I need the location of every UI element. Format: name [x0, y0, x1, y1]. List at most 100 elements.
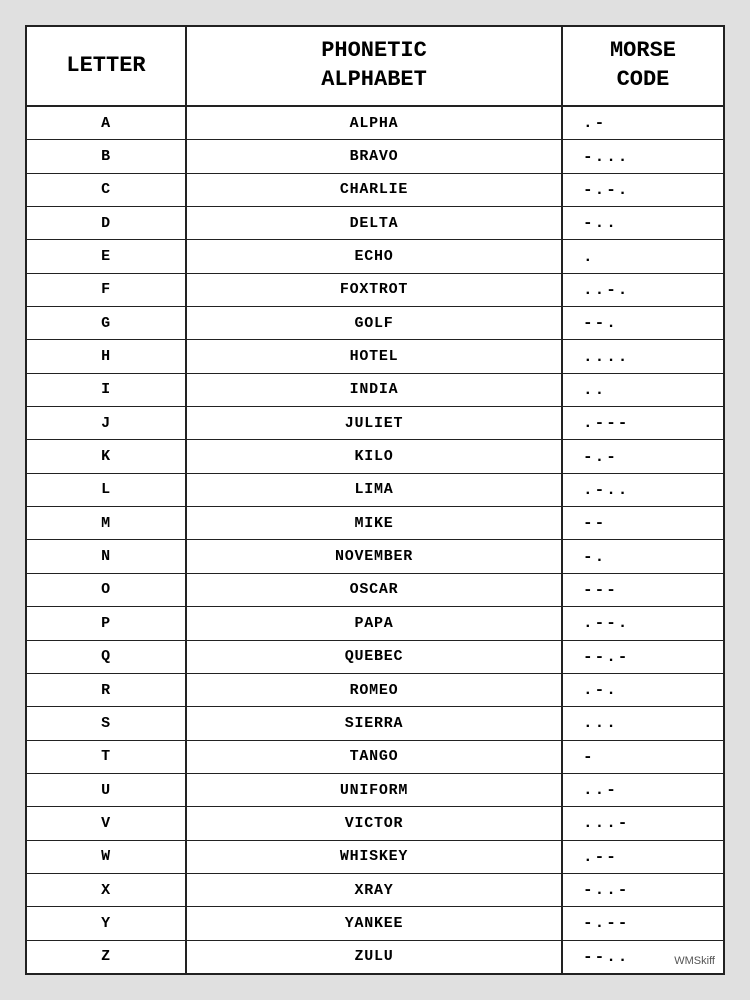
cell-morse: -.- [563, 440, 723, 472]
cell-phonetic: NOVEMBER [187, 540, 563, 572]
table-row: UUNIFORM..- [27, 774, 723, 807]
table-row: PPAPA.--. [27, 607, 723, 640]
cell-letter: J [27, 407, 187, 439]
cell-phonetic: VICTOR [187, 807, 563, 839]
cell-letter: U [27, 774, 187, 806]
table-row: EECHO. [27, 240, 723, 273]
cell-phonetic: JULIET [187, 407, 563, 439]
cell-phonetic: ZULU [187, 941, 563, 973]
cell-letter: V [27, 807, 187, 839]
cell-letter: X [27, 874, 187, 906]
cell-morse: .. [563, 374, 723, 406]
cell-letter: P [27, 607, 187, 639]
table-row: LLIMA.-.. [27, 474, 723, 507]
header-phonetic: PHONETIC ALPHABET [187, 27, 563, 105]
table-row: JJULIET.--- [27, 407, 723, 440]
cell-letter: Z [27, 941, 187, 973]
cell-letter: E [27, 240, 187, 272]
cell-phonetic: TANGO [187, 741, 563, 773]
cell-letter: C [27, 174, 187, 206]
cell-phonetic: INDIA [187, 374, 563, 406]
cell-phonetic: LIMA [187, 474, 563, 506]
cell-phonetic: FOXTROT [187, 274, 563, 306]
cell-phonetic: KILO [187, 440, 563, 472]
cell-letter: K [27, 440, 187, 472]
header-letter: LETTER [27, 27, 187, 105]
cell-letter: F [27, 274, 187, 306]
cell-morse: --.- [563, 641, 723, 673]
cell-morse: ..-. [563, 274, 723, 306]
table-row: VVICTOR...- [27, 807, 723, 840]
cell-phonetic: BRAVO [187, 140, 563, 172]
cell-letter: S [27, 707, 187, 739]
table-row: YYANKEE-.-- [27, 907, 723, 940]
table-row: WWHISKEY.-- [27, 841, 723, 874]
table-row: MMIKE-- [27, 507, 723, 540]
cell-letter: O [27, 574, 187, 606]
cell-phonetic: CHARLIE [187, 174, 563, 206]
cell-letter: Q [27, 641, 187, 673]
cell-phonetic: UNIFORM [187, 774, 563, 806]
cell-morse: .- [563, 107, 723, 139]
cell-phonetic: ALPHA [187, 107, 563, 139]
watermark: WMSkiff [674, 955, 715, 967]
cell-letter: I [27, 374, 187, 406]
header-morse: MORSE CODE [563, 27, 723, 105]
cell-phonetic: DELTA [187, 207, 563, 239]
page-container: LETTER PHONETIC ALPHABET MORSE CODE AALP… [25, 25, 725, 975]
cell-letter: N [27, 540, 187, 572]
table-row: NNOVEMBER-. [27, 540, 723, 573]
cell-letter: T [27, 741, 187, 773]
table-row: SSIERRA... [27, 707, 723, 740]
table-row: BBRAVO-... [27, 140, 723, 173]
cell-morse: -... [563, 140, 723, 172]
cell-letter: D [27, 207, 187, 239]
cell-phonetic: ECHO [187, 240, 563, 272]
cell-morse: .--- [563, 407, 723, 439]
table-row: IINDIA.. [27, 374, 723, 407]
cell-morse: -..- [563, 874, 723, 906]
cell-phonetic: WHISKEY [187, 841, 563, 873]
cell-letter: M [27, 507, 187, 539]
cell-letter: Y [27, 907, 187, 939]
cell-phonetic: XRAY [187, 874, 563, 906]
table-row: TTANGO- [27, 741, 723, 774]
table-row: HHOTEL.... [27, 340, 723, 373]
table-row: DDELTA-.. [27, 207, 723, 240]
cell-morse: .-- [563, 841, 723, 873]
cell-letter: L [27, 474, 187, 506]
cell-morse: .-.. [563, 474, 723, 506]
cell-letter: H [27, 340, 187, 372]
table-row: ZZULU--.. [27, 941, 723, 973]
cell-morse: -.-. [563, 174, 723, 206]
table-row: QQUEBEC--.- [27, 641, 723, 674]
cell-morse: --. [563, 307, 723, 339]
table-row: OOSCAR--- [27, 574, 723, 607]
table-body: AALPHA.-BBRAVO-...CCHARLIE-.-.DDELTA-..E… [27, 107, 723, 973]
cell-morse: ... [563, 707, 723, 739]
cell-letter: B [27, 140, 187, 172]
cell-phonetic: SIERRA [187, 707, 563, 739]
table-row: AALPHA.- [27, 107, 723, 140]
table-row: RROMEO.-. [27, 674, 723, 707]
table-header: LETTER PHONETIC ALPHABET MORSE CODE [27, 27, 723, 107]
cell-morse: --- [563, 574, 723, 606]
cell-phonetic: QUEBEC [187, 641, 563, 673]
table-row: KKILO-.- [27, 440, 723, 473]
cell-phonetic: HOTEL [187, 340, 563, 372]
cell-morse: .... [563, 340, 723, 372]
table: LETTER PHONETIC ALPHABET MORSE CODE AALP… [27, 27, 723, 973]
cell-phonetic: GOLF [187, 307, 563, 339]
table-row: GGOLF--. [27, 307, 723, 340]
table-row: CCHARLIE-.-. [27, 174, 723, 207]
cell-phonetic: ROMEO [187, 674, 563, 706]
cell-morse: ...- [563, 807, 723, 839]
cell-letter: A [27, 107, 187, 139]
cell-morse: ..- [563, 774, 723, 806]
cell-morse: -.. [563, 207, 723, 239]
cell-letter: G [27, 307, 187, 339]
cell-phonetic: YANKEE [187, 907, 563, 939]
cell-morse: .-. [563, 674, 723, 706]
cell-morse: -. [563, 540, 723, 572]
cell-morse: - [563, 741, 723, 773]
